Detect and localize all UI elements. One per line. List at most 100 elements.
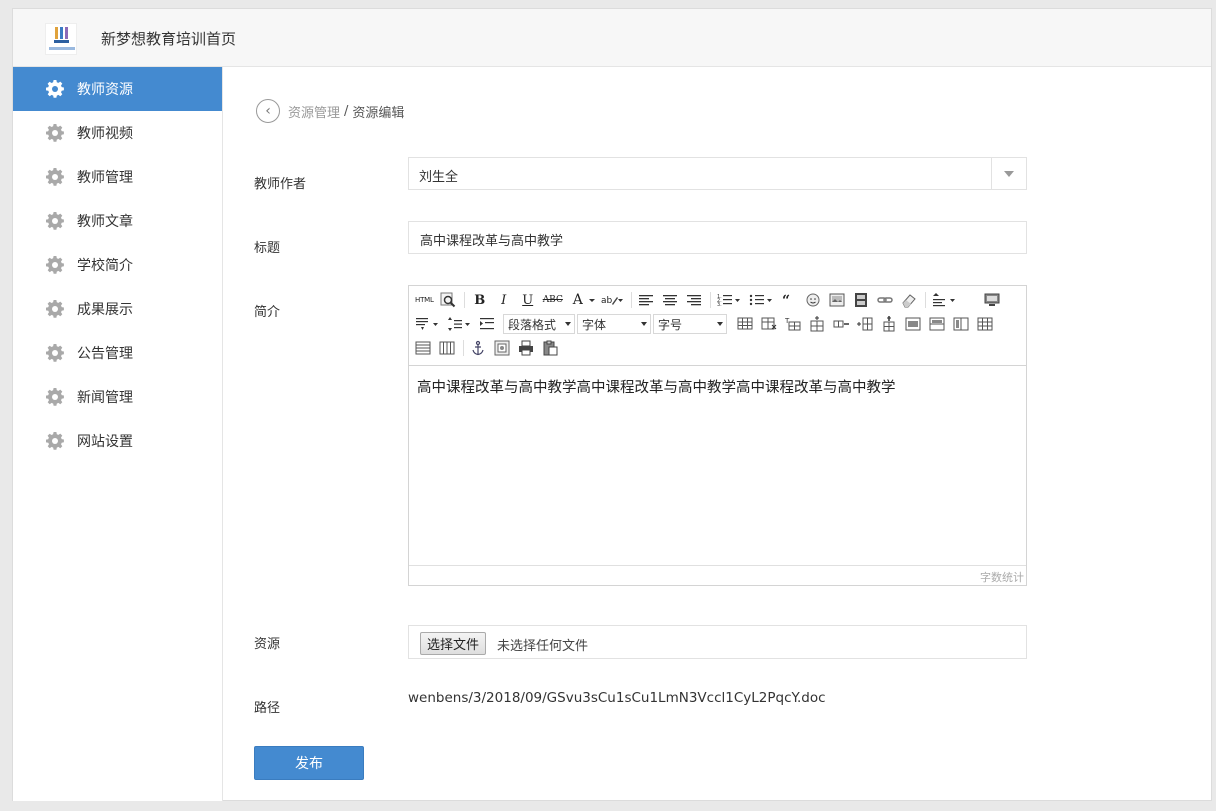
bold-button[interactable]: B [471,291,489,309]
breadcrumb: ‹ 资源管理 / 资源编辑 [256,99,405,123]
delete-row-icon[interactable] [833,316,849,332]
insert-frame-icon[interactable] [494,340,510,356]
line-height-icon[interactable] [932,292,956,308]
breadcrumb-parent[interactable]: 资源管理 [288,102,340,121]
author-select[interactable]: 刘生全 [408,157,1027,190]
print-icon[interactable] [518,340,534,356]
sidebar-item-label: 新闻管理 [77,390,133,406]
resource-label: 资源 [254,637,281,652]
path-value: wenbens/3/2018/09/GSvu3sCu1sCu1LmN3Vccl1… [408,690,826,706]
gear-icon [45,79,65,99]
publish-button[interactable]: 发布 [254,746,364,780]
row-spacing-icon[interactable] [447,316,471,332]
sidebar-item-label: 网站设置 [77,434,133,450]
main-content: ‹ 资源管理 / 资源编辑 教师作者 刘生全 标题 高中课程改革与高中教学 简介… [224,67,1211,801]
font-color-button[interactable]: A [569,291,587,309]
paste-icon[interactable] [542,340,558,356]
italic-button[interactable]: I [495,291,513,309]
gear-icon [45,123,65,143]
strikethrough-button[interactable]: ABC [543,291,563,309]
app-title[interactable]: 新梦想教育培训首页 [101,28,236,49]
indent-icon[interactable] [479,316,495,332]
sidebar-item-label: 教师管理 [77,170,133,186]
delete-table-icon[interactable] [761,316,777,332]
title-input[interactable]: 高中课程改革与高中教学 [408,221,1027,254]
breadcrumb-separator: / [344,103,349,119]
editor-footer: 字数统计 [409,565,1026,585]
unordered-list-icon[interactable] [749,292,773,308]
sidebar-item-label: 学校简介 [77,258,133,274]
split-cols-icon[interactable] [439,340,455,356]
author-select-value: 刘生全 [419,170,459,185]
anchor-icon[interactable] [470,340,486,356]
editor-content[interactable]: 高中课程改革与高中教学高中课程改革与高中教学高中课程改革与高中教学 [417,376,896,397]
sidebar-item-news[interactable]: 新闻管理 [13,375,222,419]
align-center-icon[interactable] [662,292,678,308]
gear-icon [45,255,65,275]
preview-icon[interactable] [440,292,456,308]
top-header: 新梦想教育培训首页 [13,9,1211,67]
app-frame: 新梦想教育培训首页 教师资源 教师视频 教师管理 教师文章 学校简介 成果展示 [12,8,1212,801]
split-rows-icon[interactable] [415,340,431,356]
chevron-down-icon [717,322,723,326]
path-label: 路径 [254,701,281,716]
paragraph-spacing-icon[interactable] [415,316,439,332]
align-right-icon[interactable] [686,292,702,308]
gear-icon [45,167,65,187]
title-label: 标题 [254,241,281,256]
merge-right-icon[interactable] [929,316,945,332]
emoji-icon[interactable] [805,292,821,308]
blockquote-icon[interactable]: “ [781,292,797,309]
svg-text:3.: 3. [717,302,722,308]
sidebar-item-site-settings[interactable]: 网站设置 [13,419,222,463]
file-input[interactable]: 选择文件 未选择任何文件 [408,625,1027,659]
sidebar-item-teacher-videos[interactable]: 教师视频 [13,111,222,155]
paragraph-format-select[interactable]: 段落格式 [503,314,575,334]
font-family-select[interactable]: 字体 [577,314,651,334]
insert-column-icon[interactable] [857,316,873,332]
highlight-color-icon[interactable]: ab [601,292,623,308]
svg-text:“: “ [782,293,790,308]
title-input-value: 高中课程改革与高中教学 [420,234,564,249]
sidebar-item-teacher-articles[interactable]: 教师文章 [13,199,222,243]
gear-icon [45,387,65,407]
choose-file-button[interactable]: 选择文件 [420,632,487,655]
insert-row-icon[interactable] [809,316,825,332]
video-icon[interactable] [853,292,869,308]
delete-column-icon[interactable] [881,316,897,332]
html-source-button[interactable]: HTML [415,291,434,309]
svg-text:ab: ab [601,296,613,306]
insert-paragraph-before-table-icon[interactable]: T [784,316,801,332]
back-icon[interactable]: ‹ [256,99,280,123]
breadcrumb-current: 资源编辑 [352,105,405,121]
sidebar-item-teacher-management[interactable]: 教师管理 [13,155,222,199]
split-cells-icon[interactable] [977,316,993,332]
sidebar-item-label: 教师资源 [77,82,133,98]
rich-text-editor: HTML B I U ABC A ab 1. 2. 3. “ 段落格式 字体 字… [408,285,1027,586]
logo [45,23,77,55]
align-left-icon[interactable] [638,292,654,308]
eraser-icon[interactable] [901,292,917,308]
image-icon[interactable] [829,292,845,308]
merge-cells-icon[interactable] [905,316,921,332]
word-count-button[interactable]: 字数统计 [980,569,1024,585]
insert-table-icon[interactable] [737,316,753,332]
ordered-list-icon[interactable]: 1. 2. 3. [717,292,741,308]
sidebar-item-school-intro[interactable]: 学校简介 [13,243,222,287]
gear-icon [45,299,65,319]
sidebar-item-label: 教师视频 [77,126,133,142]
sidebar-item-announcements[interactable]: 公告管理 [13,331,222,375]
sidebar-item-teacher-resources[interactable]: 教师资源 [13,67,222,111]
fullscreen-icon[interactable] [984,292,1000,308]
link-icon[interactable] [877,292,893,308]
author-label: 教师作者 [254,177,307,192]
sidebar-item-achievements[interactable]: 成果展示 [13,287,222,331]
merge-down-icon[interactable] [953,316,969,332]
chevron-down-icon [641,322,647,326]
font-size-select[interactable]: 字号 [653,314,727,334]
sidebar-item-label: 公告管理 [77,346,133,362]
chevron-down-icon[interactable] [588,292,595,308]
gear-icon [45,431,65,451]
file-status: 未选择任何文件 [497,639,589,654]
underline-button[interactable]: U [519,291,537,309]
